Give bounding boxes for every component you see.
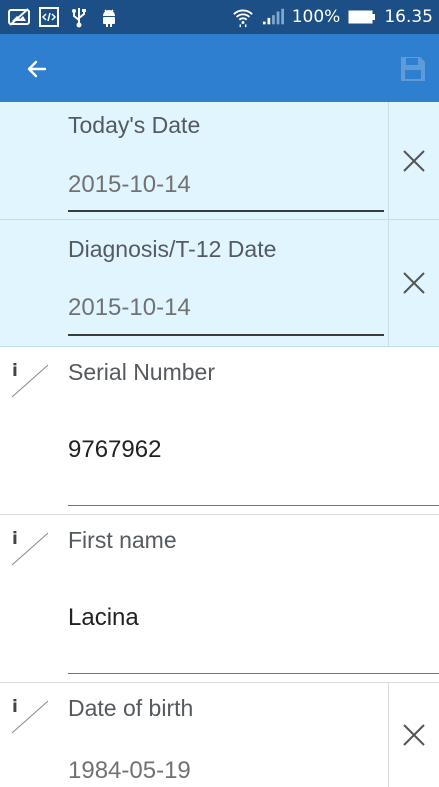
serial-number-label: Serial Number bbox=[68, 359, 215, 385]
arrow-left-icon bbox=[27, 60, 47, 78]
android-icon bbox=[98, 7, 120, 27]
date-of-birth-value[interactable]: 1984-05-19 bbox=[68, 757, 191, 785]
pencil-slash-icon bbox=[11, 700, 49, 734]
first-name-field[interactable]: i First name Lacina bbox=[0, 515, 439, 683]
code-box-icon bbox=[38, 7, 60, 27]
serial-number-underline bbox=[68, 505, 439, 506]
first-name-underline bbox=[68, 673, 439, 674]
diagnosis-date-value[interactable]: 2015-10-14 bbox=[68, 294, 191, 322]
pencil-slash-icon bbox=[11, 364, 49, 398]
signal-icon bbox=[262, 7, 284, 27]
clear-date-of-birth-button[interactable] bbox=[388, 683, 439, 787]
close-icon bbox=[403, 272, 425, 294]
status-icons-left bbox=[8, 7, 120, 28]
diagnosis-date-label: Diagnosis/T-12 Date bbox=[68, 236, 277, 262]
photo-off-icon bbox=[8, 7, 30, 27]
info-button[interactable]: i bbox=[8, 697, 52, 737]
info-button[interactable]: i bbox=[8, 361, 52, 401]
todays-date-value[interactable]: 2015-10-14 bbox=[68, 171, 191, 199]
close-icon bbox=[403, 149, 425, 172]
wifi-icon bbox=[232, 7, 254, 28]
todays-date-underline bbox=[68, 210, 384, 212]
battery-icon bbox=[348, 7, 376, 27]
pencil-slash-icon bbox=[11, 532, 49, 566]
status-bar: 100% 16.35 bbox=[0, 0, 439, 34]
serial-number-value[interactable]: 9767962 bbox=[68, 436, 161, 464]
clear-todays-date-button[interactable] bbox=[388, 102, 439, 219]
save-button[interactable] bbox=[398, 54, 428, 84]
app-bar bbox=[0, 34, 439, 102]
diagnosis-date-field[interactable]: Diagnosis/T-12 Date 2015-10-14 bbox=[0, 220, 439, 347]
info-button[interactable]: i bbox=[8, 529, 52, 569]
todays-date-label: Today's Date bbox=[68, 112, 201, 138]
clear-diagnosis-date-button[interactable] bbox=[388, 220, 439, 346]
date-of-birth-label: Date of birth bbox=[68, 695, 194, 721]
diagnosis-date-underline bbox=[68, 334, 384, 336]
date-of-birth-field[interactable]: i Date of birth 1984-05-19 bbox=[0, 683, 439, 787]
close-icon bbox=[403, 724, 425, 746]
battery-percentage: 100% bbox=[291, 7, 341, 27]
status-icons-right: 100% 16.35 bbox=[232, 7, 433, 28]
back-button[interactable] bbox=[20, 52, 54, 86]
usb-icon bbox=[68, 7, 90, 28]
status-time: 16.35 bbox=[384, 7, 433, 27]
first-name-label: First name bbox=[68, 527, 177, 553]
serial-number-field[interactable]: i Serial Number 9767962 bbox=[0, 347, 439, 515]
save-icon bbox=[401, 57, 425, 81]
todays-date-field[interactable]: Today's Date 2015-10-14 bbox=[0, 102, 439, 220]
first-name-value[interactable]: Lacina bbox=[68, 604, 139, 632]
